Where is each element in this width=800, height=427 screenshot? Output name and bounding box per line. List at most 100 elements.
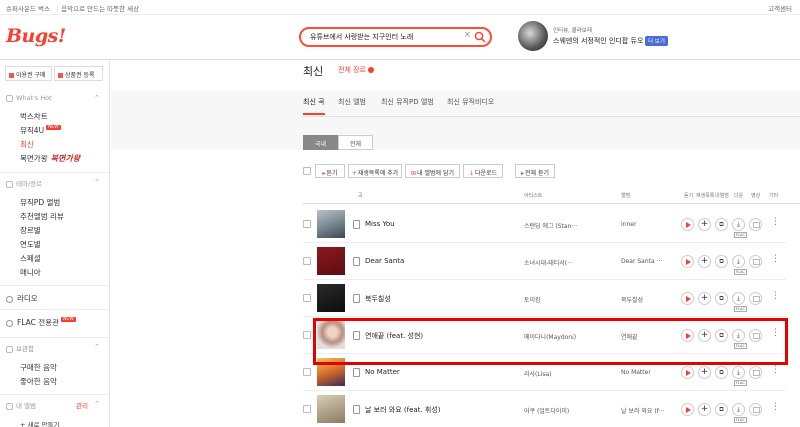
more-icon[interactable]: ⋮	[771, 217, 780, 227]
download-icon[interactable]: ⤓	[732, 403, 745, 416]
album-thumbnail[interactable]	[317, 210, 345, 238]
song-title[interactable]: No Matter	[365, 368, 400, 376]
download-icon[interactable]: ⤓	[732, 366, 745, 379]
promo-title[interactable]: 스웨덴의 서정적인 인디팝 듀오	[553, 36, 643, 46]
table-row[interactable]: 북두칠성 토이킴 북두칠성 + ⧉ ⤓ FLAC ⋮	[303, 281, 786, 317]
download-icon[interactable]: ⤓	[732, 292, 745, 305]
row-checkbox[interactable]	[303, 257, 311, 265]
artist-name[interactable]: 소녀시대-태티서(···	[524, 258, 573, 267]
row-checkbox[interactable]	[303, 294, 311, 302]
chevron-up-icon[interactable]: ⌃	[94, 400, 100, 408]
row-checkbox[interactable]	[303, 368, 311, 376]
album-name[interactable]: inner	[621, 221, 636, 228]
album-name[interactable]: 북두칠성	[621, 295, 643, 304]
more-icon[interactable]: ⋮	[771, 365, 780, 375]
customer-center-link[interactable]: 고객센터	[768, 3, 792, 13]
album-name[interactable]: 날 보러 와요 (f···	[621, 406, 665, 415]
artist-name[interactable]: 토이킴	[524, 295, 541, 304]
section-my-album[interactable]: 내 앨범	[6, 400, 36, 410]
album-name[interactable]: No Matter	[621, 369, 651, 376]
sidebar-item-review[interactable]: 추천앨범 리뷰	[20, 211, 64, 222]
section-storage[interactable]: 보관함	[6, 343, 34, 353]
sidebar-item-chart[interactable]: 벅스차트	[20, 111, 48, 122]
promo-more-badge[interactable]: 더 보기	[645, 36, 668, 46]
sidebar-item-radio[interactable]: 라디오	[6, 293, 38, 304]
add-album-icon[interactable]: ⧉	[715, 292, 728, 305]
select-all-checkbox[interactable]	[303, 167, 311, 175]
sidebar-item-flac[interactable]: FLAC 전용관 NEW	[6, 317, 76, 328]
video-icon[interactable]	[749, 218, 762, 231]
search-box[interactable]: 유튜브에서 사랑받는 지구인터 노래 ×	[299, 27, 492, 47]
video-icon[interactable]	[749, 366, 762, 379]
artist-name[interactable]: 어쿠 (얼트다이미)	[524, 406, 569, 415]
sidebar-item-bokmyeon[interactable]: 복면가왕 복면가왕	[20, 153, 80, 164]
plus-icon[interactable]: +	[698, 366, 711, 379]
download-button[interactable]: ↓다운로드	[463, 164, 503, 178]
sidebar-item-year[interactable]: 연도별	[20, 239, 41, 250]
table-row[interactable]: Miss You 스탠딩 에그 (Stan··· inner + ⧉ ⤓ FLA…	[303, 207, 786, 243]
plus-icon[interactable]: +	[698, 255, 711, 268]
row-checkbox[interactable]	[303, 405, 311, 413]
search-icon[interactable]	[474, 31, 486, 43]
listen-button[interactable]: ▸듣기	[315, 164, 345, 178]
row-checkbox[interactable]	[303, 331, 311, 339]
promo-avatar[interactable]	[518, 21, 548, 51]
sidebar-item-liked[interactable]: 좋아한 음악	[20, 376, 57, 387]
play-icon[interactable]	[681, 366, 694, 379]
album-thumbnail[interactable]	[317, 395, 345, 423]
play-icon[interactable]	[681, 218, 694, 231]
add-album-icon[interactable]: ⧉	[715, 218, 728, 231]
album-thumbnail[interactable]	[317, 247, 345, 275]
chevron-up-icon[interactable]: ⌃	[94, 343, 100, 351]
section-theme-genre[interactable]: 테마/장르	[6, 178, 42, 188]
tab-latest-songs[interactable]: 최신 곡	[303, 97, 325, 115]
play-icon[interactable]	[681, 255, 694, 268]
genre-filter[interactable]: 전체 장르	[338, 65, 374, 75]
bugs-logo[interactable]: Bugs!	[6, 25, 66, 47]
plus-icon[interactable]: +	[698, 403, 711, 416]
buy-pass-button[interactable]: 이용권 구매	[5, 66, 52, 81]
plus-icon[interactable]: +	[698, 292, 711, 305]
play-icon[interactable]	[681, 403, 694, 416]
sidebar-item-music4u[interactable]: 뮤직4U NEW	[20, 125, 61, 136]
row-checkbox[interactable]	[303, 220, 311, 228]
lyrics-icon[interactable]	[353, 257, 360, 266]
clear-icon[interactable]: ×	[463, 30, 471, 40]
more-icon[interactable]: ⋮	[771, 254, 780, 264]
plus-icon[interactable]: +	[698, 218, 711, 231]
lyrics-icon[interactable]	[353, 368, 360, 377]
tab-latest-albums[interactable]: 최신 앨범	[338, 97, 366, 113]
new-album-link[interactable]: + 새로 만들기	[20, 419, 59, 427]
add-to-album-button[interactable]: ⊞내 앨범에 담기	[405, 164, 460, 178]
sidebar-item-mania[interactable]: 매니아	[20, 267, 41, 278]
artist-name[interactable]: 스탠딩 에그 (Stan···	[524, 221, 577, 230]
song-title[interactable]: Dear Santa	[365, 257, 404, 265]
section-whats-hot[interactable]: What's Hot	[6, 94, 52, 102]
more-icon[interactable]: ⋮	[771, 402, 780, 412]
download-icon[interactable]: ⤓	[732, 218, 745, 231]
add-to-playlist-button[interactable]: +재생목록에 추가	[348, 164, 402, 178]
tab-latest-musicpd[interactable]: 최신 뮤직PD 앨범	[381, 97, 434, 113]
album-name[interactable]: Dear Santa ···	[621, 258, 662, 265]
manage-albums-link[interactable]: 관리	[76, 400, 88, 410]
lyrics-icon[interactable]	[353, 294, 360, 303]
add-album-icon[interactable]: ⧉	[715, 255, 728, 268]
toggle-all[interactable]: 전체	[338, 135, 373, 150]
chevron-up-icon[interactable]: ⌃	[94, 94, 100, 102]
add-album-icon[interactable]: ⧉	[715, 403, 728, 416]
sidebar-item-musicpd[interactable]: 뮤직PD 앨범	[20, 197, 60, 208]
song-title[interactable]: 북두칠성	[365, 294, 391, 304]
song-title[interactable]: Miss You	[365, 220, 395, 228]
artist-name[interactable]: 리사(Lisa)	[524, 369, 552, 378]
table-row[interactable]: Dear Santa 소녀시대-태티서(··· Dear Santa ··· +…	[303, 244, 786, 280]
sidebar-item-genre[interactable]: 장르별	[20, 225, 41, 236]
register-gift-button[interactable]: 상품권 등록	[54, 66, 103, 81]
add-album-icon[interactable]: ⧉	[715, 366, 728, 379]
listen-all-button[interactable]: ▸전체 듣기	[515, 164, 555, 178]
table-row[interactable]: 날 보러 와요 (feat. 휘성) 어쿠 (얼트다이미) 날 보러 와요 (f…	[303, 392, 786, 427]
more-icon[interactable]: ⋮	[771, 291, 780, 301]
search-input[interactable]: 유튜브에서 사랑받는 지구인터 노래	[310, 32, 413, 42]
top-link-bugs[interactable]: 슈퍼사운드 벅스	[6, 5, 50, 13]
video-icon[interactable]	[749, 403, 762, 416]
video-icon[interactable]	[749, 255, 762, 268]
